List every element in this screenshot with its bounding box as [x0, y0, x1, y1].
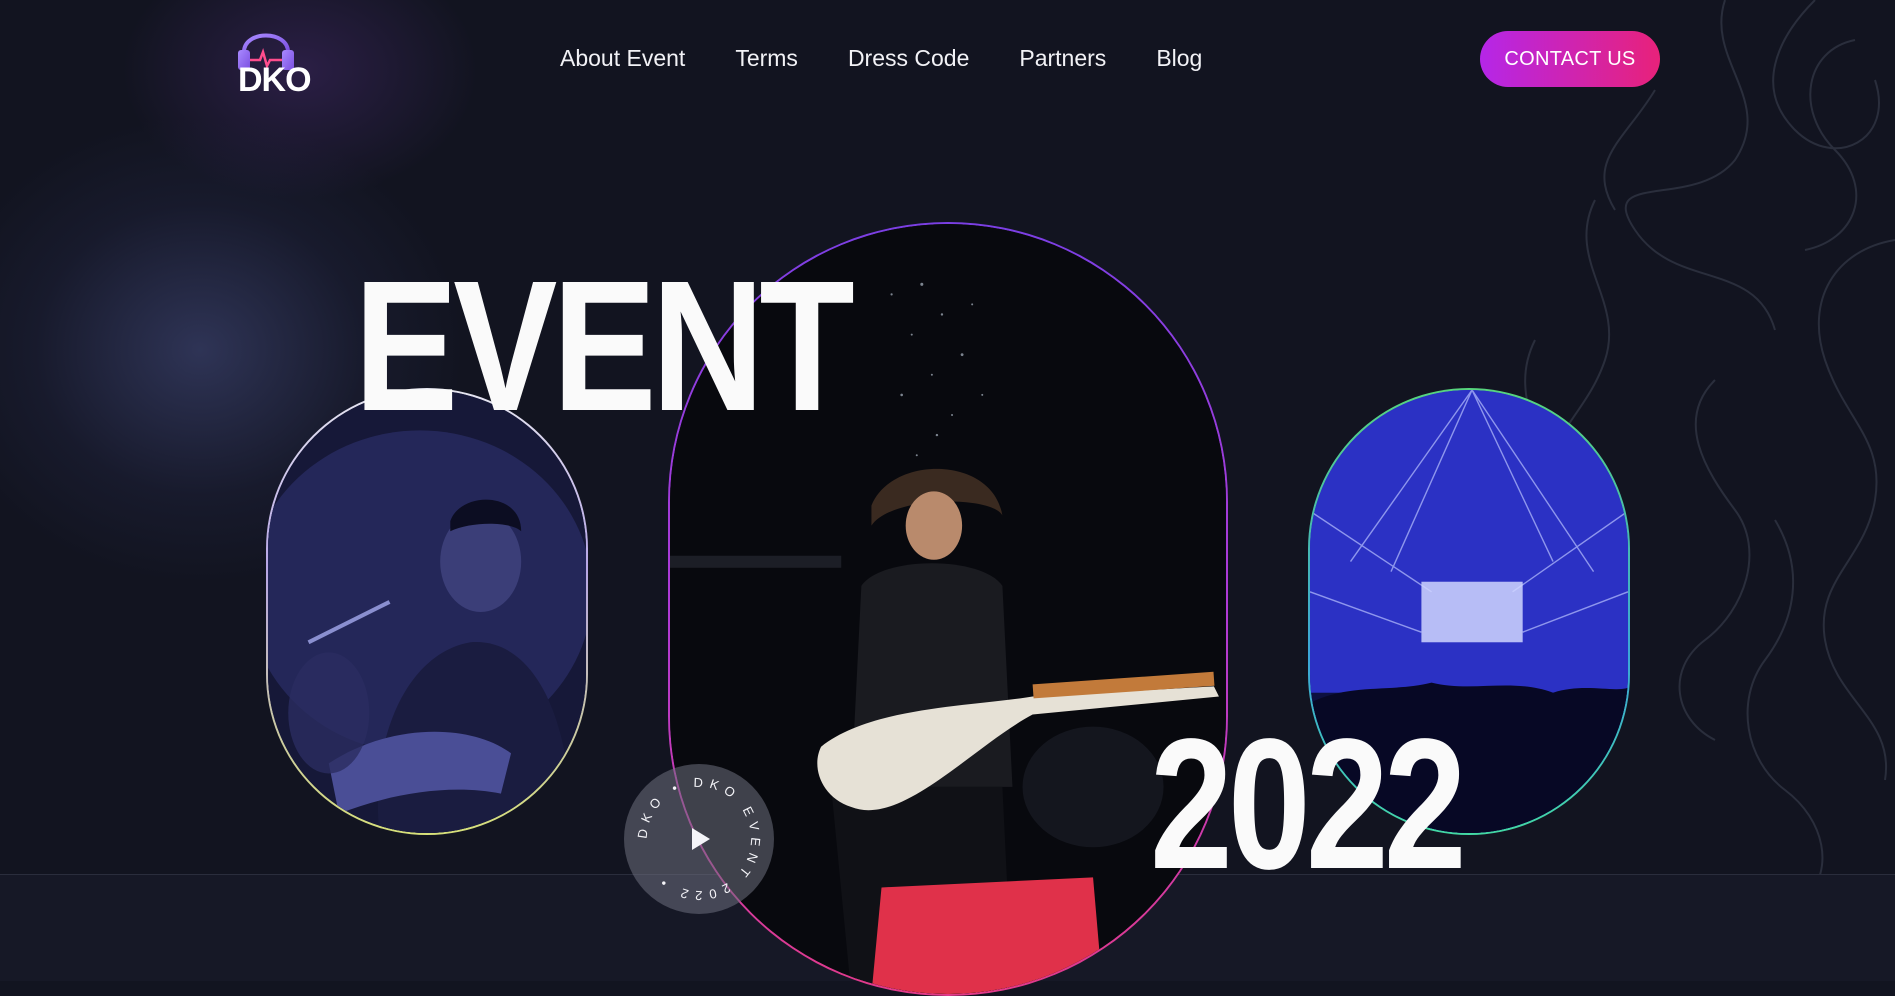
nav-terms[interactable]: Terms — [735, 42, 798, 74]
hero-title-year: 2022 — [1150, 701, 1467, 908]
photo-pill-singer — [266, 388, 588, 835]
contact-us-button[interactable]: CONTACT US — [1480, 31, 1660, 87]
play-icon[interactable] — [692, 828, 710, 850]
logo-text[interactable]: DKO — [238, 60, 312, 100]
nav-dress-code[interactable]: Dress Code — [848, 42, 969, 74]
nav-blog[interactable]: Blog — [1156, 42, 1202, 74]
nav-partners[interactable]: Partners — [1019, 42, 1106, 74]
main-nav: About Event Terms Dress Code Partners Bl… — [560, 42, 1252, 74]
hero-title-event: EVENT — [354, 243, 855, 450]
play-badge[interactable]: DKO • DKO EVENT 2022 • — [624, 764, 774, 914]
nav-about-event[interactable]: About Event — [560, 42, 685, 74]
singer-photo — [268, 390, 586, 833]
background-glow-top — [120, 0, 480, 200]
